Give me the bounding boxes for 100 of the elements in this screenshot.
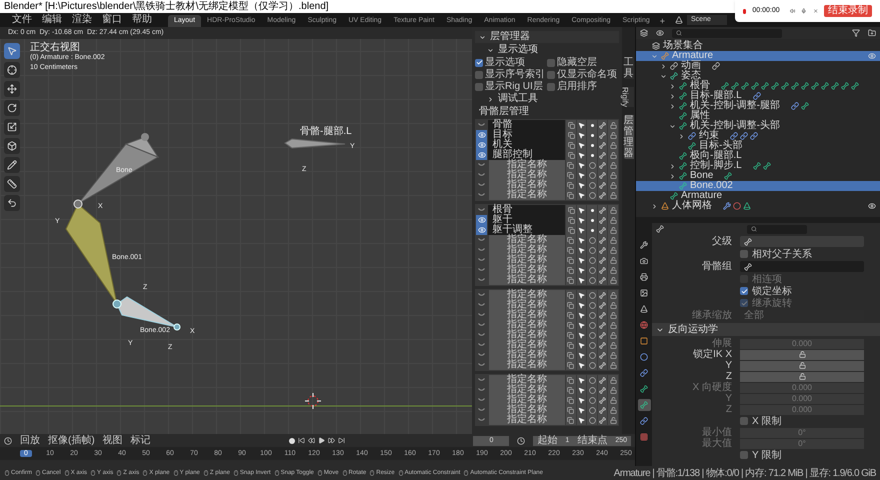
bone-icon[interactable]	[801, 102, 809, 110]
layer-toggle[interactable]	[587, 320, 597, 330]
bone-button[interactable]	[598, 300, 608, 310]
layer-name-field[interactable]: 指定名称	[488, 190, 566, 200]
lock-button[interactable]	[608, 395, 618, 405]
copy-button[interactable]	[566, 180, 576, 190]
layer-toggle[interactable]	[587, 160, 597, 170]
bone-tab-icon[interactable]	[638, 399, 650, 411]
lock-button[interactable]	[608, 375, 618, 385]
tool-tab-icon[interactable]	[638, 239, 650, 251]
lock-button[interactable]	[608, 225, 618, 235]
filter-icon[interactable]	[852, 29, 860, 37]
lock-button[interactable]	[608, 140, 618, 150]
bone-icon[interactable]	[841, 82, 849, 90]
copy-button[interactable]	[566, 385, 576, 395]
outliner-row[interactable]: Bone	[636, 171, 880, 181]
bone-icon[interactable]	[791, 82, 799, 90]
outliner-row[interactable]: 属性	[636, 111, 880, 121]
outliner-row[interactable]: 极向-腿部.L	[636, 151, 880, 161]
menu-item[interactable]: 渲染	[70, 14, 94, 26]
bone-icon[interactable]	[821, 82, 829, 90]
bone-button[interactable]	[598, 405, 608, 415]
lock-button[interactable]	[608, 405, 618, 415]
lock-button[interactable]	[608, 180, 618, 190]
visibility-toggle[interactable]	[476, 150, 488, 160]
bone-button[interactable]	[598, 320, 608, 330]
bone-field[interactable]	[740, 261, 864, 272]
layer-name-field[interactable]: 指定名称	[488, 375, 566, 385]
lock-button[interactable]	[608, 350, 618, 360]
render-tab-icon[interactable]	[638, 255, 650, 267]
layer-name-field[interactable]: 根骨	[488, 205, 566, 215]
bone-icon[interactable]	[811, 82, 819, 90]
outliner-row[interactable]: 约束	[636, 131, 880, 141]
bone-button[interactable]	[598, 190, 608, 200]
menu-item[interactable]: 帮助	[130, 14, 154, 26]
outliner-row[interactable]: 目标-头部	[636, 141, 880, 151]
layer-toggle[interactable]	[587, 225, 597, 235]
bone-icon[interactable]	[724, 172, 732, 180]
copy-button[interactable]	[566, 255, 576, 265]
bone-button[interactable]	[598, 385, 608, 395]
layer-name-field[interactable]: 躯干	[488, 215, 566, 225]
layer-name-field[interactable]: 目标	[488, 130, 566, 140]
menu-item[interactable]: 文件	[10, 14, 34, 26]
view-layer-tab-icon[interactable]	[638, 287, 650, 299]
bone-button[interactable]	[598, 350, 608, 360]
checkbox[interactable]	[547, 70, 555, 78]
lock-button[interactable]	[608, 120, 618, 130]
jump-end-icon[interactable]	[338, 437, 345, 444]
close-icon[interactable]	[812, 7, 818, 15]
outliner-row[interactable]: Bone.002	[636, 181, 880, 191]
select-button[interactable]	[576, 415, 586, 425]
copy-button[interactable]	[566, 360, 576, 370]
sidebar-tab[interactable]: 工具	[624, 57, 634, 79]
layer-name-field[interactable]: 指定名称	[488, 255, 566, 265]
select-button[interactable]	[576, 205, 586, 215]
layer-name-field[interactable]: 指定名称	[488, 290, 566, 300]
data-tab-icon[interactable]	[638, 383, 650, 395]
copy-button[interactable]	[566, 375, 576, 385]
menu-item[interactable]: 标记	[130, 434, 151, 447]
stop-recording-button[interactable]: 结束录制	[824, 5, 872, 17]
cursor-3d-icon[interactable]	[304, 392, 322, 410]
layer-name-field[interactable]: 指定名称	[488, 275, 566, 285]
checkbox[interactable]	[740, 417, 748, 425]
bone-button[interactable]	[598, 375, 608, 385]
new-collection-icon[interactable]	[868, 29, 876, 37]
bone-button[interactable]	[598, 340, 608, 350]
layer-toggle[interactable]	[587, 255, 597, 265]
bone-button[interactable]	[598, 205, 608, 215]
bone-icon[interactable]	[741, 82, 749, 90]
layer-name-field[interactable]: 指定名称	[488, 340, 566, 350]
copy-button[interactable]	[566, 350, 576, 360]
bone-button[interactable]	[598, 330, 608, 340]
layer-name-field[interactable]: 指定名称	[488, 395, 566, 405]
bone-button[interactable]	[598, 265, 608, 275]
outliner-row[interactable]: 人体网格	[636, 201, 880, 211]
layer-name-field[interactable]: 指定名称	[488, 330, 566, 340]
layer-name-field[interactable]: 指定名称	[488, 180, 566, 190]
layer-name-field[interactable]: 躯干调整	[488, 225, 566, 235]
outliner-row[interactable]: 目标-腿部.L	[636, 91, 880, 101]
lock-toggle[interactable]	[740, 372, 864, 382]
outliner-row[interactable]: 控制-脚步.L	[636, 161, 880, 171]
select-button[interactable]	[576, 275, 586, 285]
search-field[interactable]	[672, 28, 782, 38]
visibility-toggle[interactable]	[476, 140, 488, 150]
bone-button[interactable]	[598, 170, 608, 180]
lock-button[interactable]	[608, 330, 618, 340]
lock-button[interactable]	[608, 340, 618, 350]
display-mode-icon[interactable]	[656, 29, 664, 37]
layer-name-field[interactable]: 指定名称	[488, 350, 566, 360]
layer-toggle[interactable]	[587, 375, 597, 385]
layer-toggle[interactable]	[587, 290, 597, 300]
layer-name-field[interactable]: 指定名称	[488, 235, 566, 245]
lock-button[interactable]	[608, 190, 618, 200]
copy-button[interactable]	[566, 310, 576, 320]
rotate-tool-button[interactable]	[4, 100, 20, 116]
outliner-row[interactable]: 机关-控制-调整-腿部	[636, 101, 880, 111]
lock-button[interactable]	[608, 265, 618, 275]
subpanel-header[interactable]: 调试工具	[498, 93, 538, 105]
menu-item[interactable]: 回放	[20, 434, 40, 447]
select-button[interactable]	[576, 290, 586, 300]
